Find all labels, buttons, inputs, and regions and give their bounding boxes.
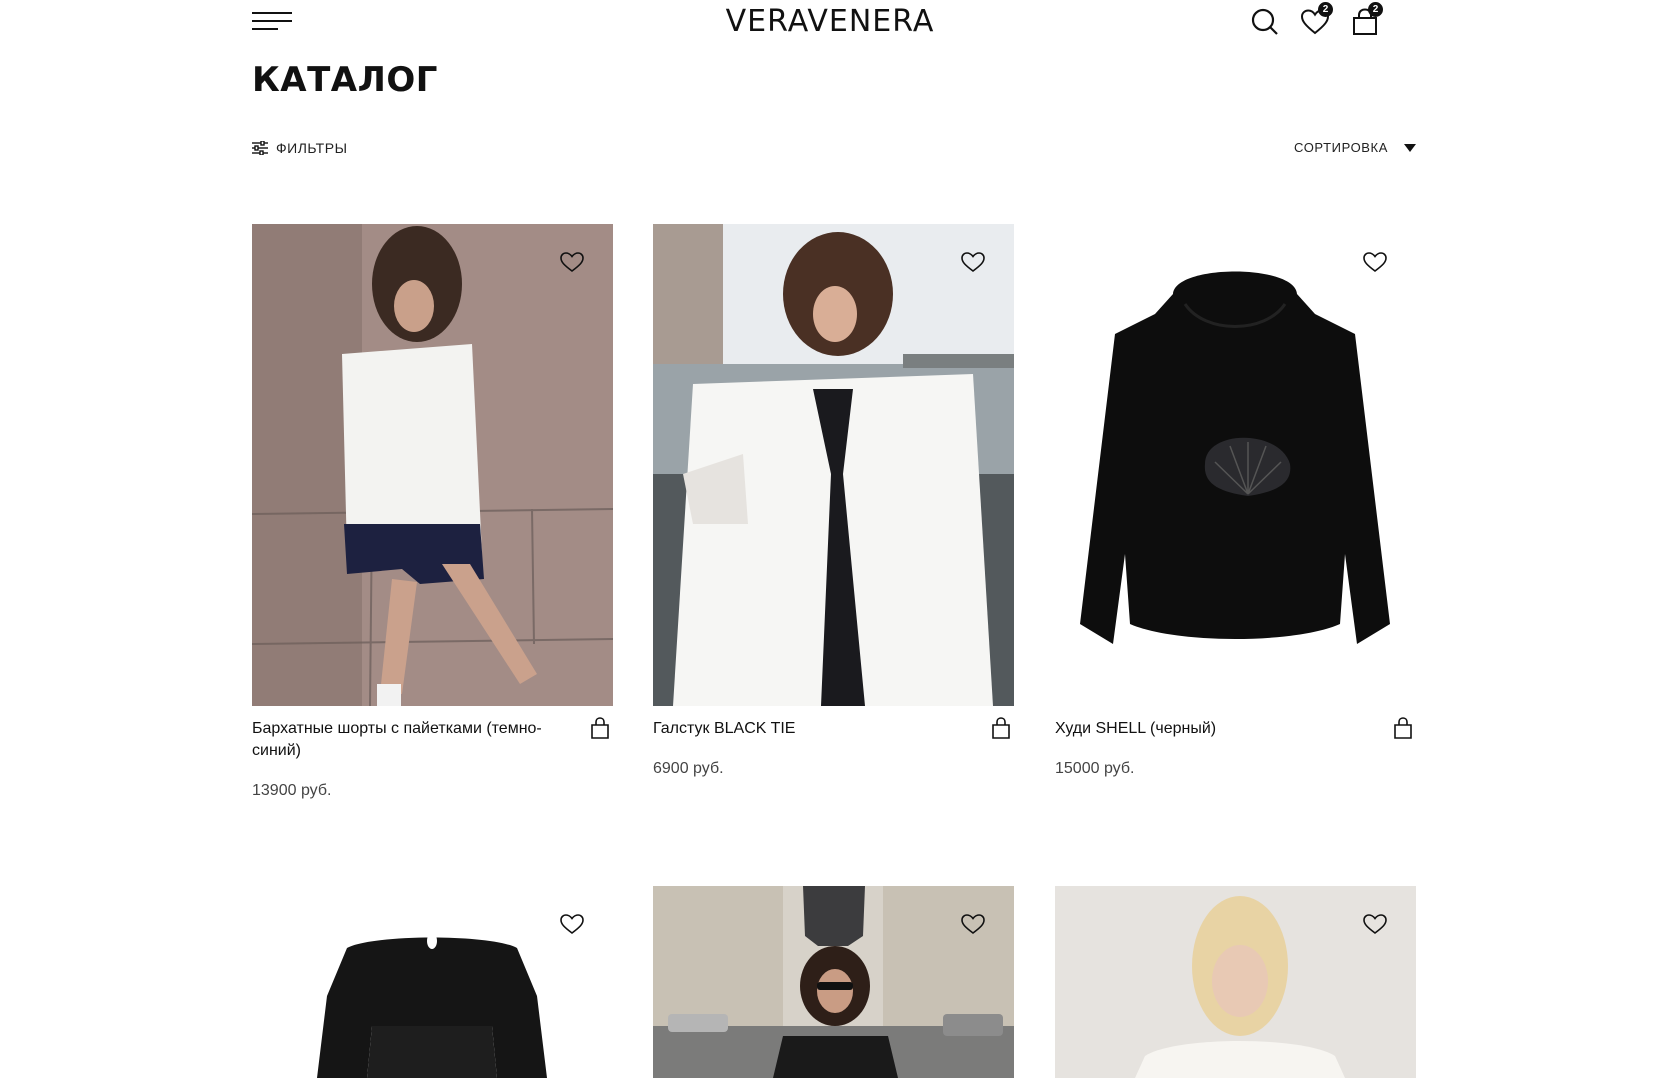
product-title[interactable]: Худи SHELL (черный) bbox=[1055, 718, 1355, 740]
heart-icon bbox=[961, 252, 985, 273]
product-image[interactable] bbox=[653, 224, 1014, 706]
product-card[interactable] bbox=[252, 886, 613, 1078]
product-card[interactable]: Галстук BLACK TIE 6900 руб. bbox=[653, 224, 1014, 777]
site-logo[interactable]: VERAVENERA bbox=[0, 4, 1660, 39]
heart-icon bbox=[961, 914, 985, 935]
filters-label: ФИЛЬТРЫ bbox=[276, 140, 348, 156]
product-price: 6900 руб. bbox=[653, 760, 724, 777]
product-title[interactable]: Галстук BLACK TIE bbox=[653, 718, 953, 740]
add-to-wishlist-button[interactable] bbox=[559, 250, 585, 274]
add-to-cart-button[interactable] bbox=[1392, 716, 1414, 740]
product-image[interactable] bbox=[252, 886, 613, 1078]
heart-icon bbox=[560, 914, 584, 935]
filter-sliders-icon bbox=[252, 141, 268, 155]
product-image[interactable] bbox=[252, 224, 613, 706]
search-icon[interactable] bbox=[1249, 6, 1281, 38]
product-card[interactable]: Бархатные шорты с пайетками (темно-синий… bbox=[252, 224, 613, 799]
add-to-wishlist-button[interactable] bbox=[960, 250, 986, 274]
add-to-wishlist-button[interactable] bbox=[1362, 912, 1388, 936]
site-header: VERAVENERA 2 2 bbox=[0, 0, 1660, 48]
add-to-wishlist-button[interactable] bbox=[960, 912, 986, 936]
filters-button[interactable]: ФИЛЬТРЫ bbox=[252, 140, 347, 156]
sort-label: СОРТИРОВКА bbox=[1294, 140, 1388, 155]
product-title[interactable]: Бархатные шорты с пайетками (темно-синий… bbox=[252, 718, 552, 762]
add-to-cart-button[interactable] bbox=[990, 716, 1012, 740]
page-title: КАТАЛОГ bbox=[252, 60, 438, 100]
wishlist-count-badge: 2 bbox=[1318, 2, 1333, 17]
product-card[interactable] bbox=[653, 886, 1014, 1078]
caret-down-icon bbox=[1404, 143, 1416, 152]
product-card[interactable] bbox=[1055, 886, 1416, 1078]
add-to-cart-button[interactable] bbox=[589, 716, 611, 740]
product-price: 13900 руб. bbox=[252, 782, 332, 799]
product-card[interactable]: Худи SHELL (черный) 15000 руб. bbox=[1055, 224, 1416, 777]
wishlist-button[interactable]: 2 bbox=[1299, 2, 1333, 38]
cart-button[interactable]: 2 bbox=[1349, 2, 1383, 38]
heart-icon bbox=[1363, 914, 1387, 935]
product-price: 15000 руб. bbox=[1055, 760, 1135, 777]
product-image[interactable] bbox=[1055, 224, 1416, 706]
sort-dropdown[interactable]: СОРТИРОВКА bbox=[1294, 140, 1416, 155]
bag-icon bbox=[1394, 717, 1412, 739]
heart-icon bbox=[1363, 252, 1387, 273]
product-image[interactable] bbox=[653, 886, 1014, 1078]
add-to-wishlist-button[interactable] bbox=[1362, 250, 1388, 274]
heart-icon bbox=[560, 252, 584, 273]
add-to-wishlist-button[interactable] bbox=[559, 912, 585, 936]
bag-icon bbox=[992, 717, 1010, 739]
product-image[interactable] bbox=[1055, 886, 1416, 1078]
cart-count-badge: 2 bbox=[1368, 2, 1383, 17]
bag-icon bbox=[591, 717, 609, 739]
